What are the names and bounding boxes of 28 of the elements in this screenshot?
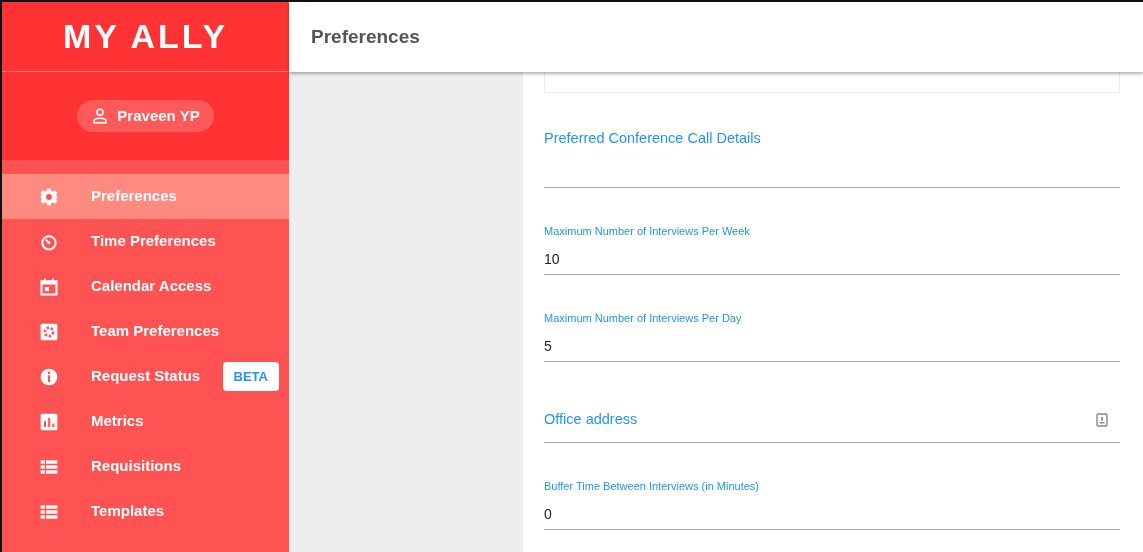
input-field[interactable]: 10 <box>544 248 1120 270</box>
address-field[interactable]: Office address <box>544 409 638 431</box>
nav-item[interactable]: Requisitions <box>2 444 289 489</box>
gear-box-icon <box>39 321 59 342</box>
beta-badge: BETA <box>222 361 279 392</box>
nav-item[interactable]: Request Status BETA <box>2 354 289 399</box>
calendar-icon <box>39 276 59 297</box>
info-icon <box>39 366 59 387</box>
nav-item[interactable]: Templates <box>2 489 289 534</box>
nav-item[interactable]: Metrics <box>2 399 289 444</box>
badge-icon[interactable] <box>1096 413 1108 427</box>
field-label: Maximum Number of Interviews Per Week <box>544 224 751 239</box>
field-label: Maximum Number of Interviews Per Day <box>544 311 743 326</box>
user-button[interactable]: Praveen YP <box>77 99 214 133</box>
select-field[interactable] <box>544 72 1120 93</box>
logo: MY ALLY <box>62 16 229 57</box>
bar-chart-icon <box>39 411 59 432</box>
nav-item[interactable]: Preferences <box>2 174 289 219</box>
input-field[interactable]: 5 <box>544 335 1120 357</box>
nav-item[interactable]: Team Preferences <box>2 309 289 354</box>
nav-item[interactable]: Time Preferences <box>2 219 289 264</box>
nav-item[interactable]: Calendar Access <box>2 264 289 309</box>
input-field[interactable]: 0 <box>544 503 1120 525</box>
page-title: Preferences <box>311 24 420 49</box>
gear-icon <box>39 186 59 207</box>
person-icon <box>91 107 110 125</box>
conference-call-field[interactable]: Preferred Conference Call Details <box>544 128 761 150</box>
field-label: Buffer Time Between Interviews (in Minutes) <box>544 479 760 494</box>
